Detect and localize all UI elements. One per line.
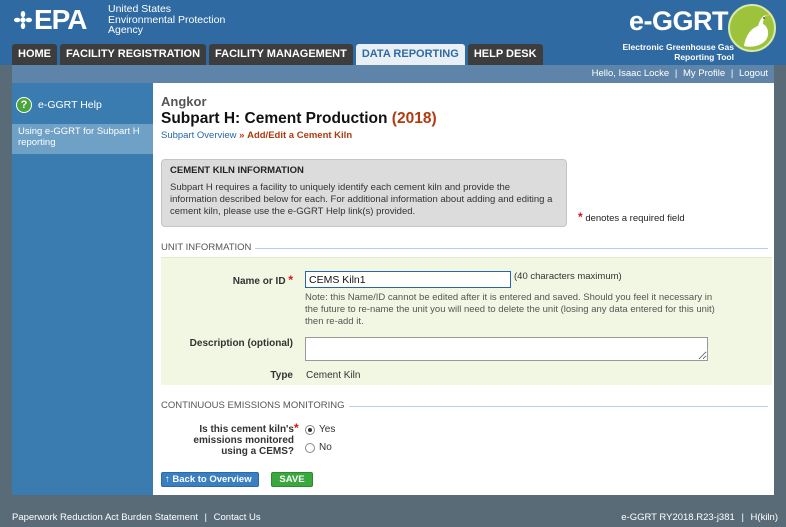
question-mark-icon: ?: [16, 97, 32, 113]
main-nav: HOME FACILITY REGISTRATION FACILITY MANA…: [12, 44, 543, 65]
cems-no-label: No: [319, 442, 332, 453]
cems-no-option[interactable]: No: [305, 442, 332, 453]
facility-name: Angkor: [161, 94, 207, 109]
required-note-text: denotes a required field: [585, 213, 685, 224]
info-text: Subpart H requires a facility to uniquel…: [170, 182, 553, 217]
site-header: EPA United States Environmental Protecti…: [0, 0, 786, 65]
name-or-id-input[interactable]: [305, 271, 511, 288]
cems-no-radio[interactable]: [305, 442, 315, 453]
required-note: * denotes a required field: [578, 210, 685, 224]
help-sidebar: ? e-GGRT Help Using e-GGRT for Subpart H…: [12, 83, 153, 495]
egret-bird-icon: [728, 4, 776, 52]
tab-home[interactable]: HOME: [12, 44, 57, 65]
breadcrumb-separator: »: [239, 130, 245, 141]
breadcrumb-subpart-overview[interactable]: Subpart Overview: [161, 130, 237, 141]
my-profile-link[interactable]: My Profile: [683, 68, 725, 79]
logout-link[interactable]: Logout: [739, 68, 768, 79]
footer-links: Paperwork Reduction Act Burden Statement…: [12, 508, 261, 527]
version-label: e-GGRT RY2018.R23-j381: [621, 512, 735, 523]
app-subtitle: Electronic Greenhouse Gas Reporting Tool: [623, 42, 734, 62]
breadcrumb: Subpart Overview » Add/Edit a Cement Kil…: [161, 130, 352, 141]
page-title-text: Subpart H: Cement Production: [161, 110, 388, 127]
back-to-overview-button[interactable]: ↑ Back to Overview: [161, 472, 259, 487]
cems-question: Is this cement kiln's emissions monitore…: [191, 424, 294, 457]
epa-flower-icon: [14, 11, 32, 29]
separator: |: [730, 68, 734, 79]
required-asterisk: *: [294, 421, 299, 435]
app-subtitle-line-1: Electronic Greenhouse Gas: [622, 42, 734, 52]
name-label-text: Name or ID: [232, 276, 286, 287]
tab-facility-management[interactable]: FACILITY MANAGEMENT: [209, 44, 353, 65]
description-label: Description (optional): [189, 338, 293, 349]
tab-facility-registration[interactable]: FACILITY REGISTRATION: [60, 44, 207, 65]
cems-yes-radio[interactable]: [305, 424, 315, 435]
name-max-hint: (40 characters maximum): [514, 271, 622, 282]
main-content: Angkor Subpart H: Cement Production (201…: [153, 83, 774, 495]
app-title: e-GGRT: [628, 6, 729, 36]
epa-agency-name: United States Environmental Protection A…: [108, 4, 225, 36]
app-subtitle-line-2: Reporting Tool: [674, 52, 734, 62]
help-title: e-GGRT Help: [38, 99, 102, 111]
type-label: Type: [270, 370, 293, 381]
page-code: H(kiln): [750, 512, 778, 523]
cems-yes-option[interactable]: Yes: [305, 424, 335, 435]
required-asterisk: *: [578, 210, 583, 224]
save-button[interactable]: SAVE: [271, 472, 313, 487]
page-title: Subpart H: Cement Production (2018): [161, 110, 437, 128]
cems-yes-label: Yes: [319, 424, 336, 435]
help-header: ? e-GGRT Help: [12, 93, 153, 117]
epa-logo[interactable]: EPA: [14, 4, 87, 35]
back-to-overview-label: Back to Overview: [172, 474, 252, 485]
name-note: Note: this Name/ID cannot be edited afte…: [305, 292, 715, 327]
tab-help-desk[interactable]: HELP DESK: [467, 44, 543, 65]
help-link-subpart-h[interactable]: Using e-GGRT for Subpart H reporting: [12, 124, 153, 154]
cems-section-header: CONTINUOUS EMISSIONS MONITORING: [153, 400, 774, 415]
unit-info-section-title: UNIT INFORMATION: [161, 242, 256, 253]
separator: |: [741, 512, 744, 523]
description-textarea[interactable]: [305, 337, 708, 361]
unit-info-section-header: UNIT INFORMATION: [153, 242, 774, 257]
cems-question-text: Is this cement kiln's emissions monitore…: [193, 424, 294, 457]
site-footer: Paperwork Reduction Act Burden Statement…: [0, 508, 786, 527]
name-label: Name or ID *: [213, 273, 293, 287]
type-value: Cement Kiln: [306, 370, 361, 381]
separator: |: [204, 512, 207, 523]
reporting-year: (2018): [391, 110, 437, 127]
tab-data-reporting[interactable]: DATA REPORTING: [355, 44, 465, 65]
arrow-up-icon: ↑: [165, 474, 170, 485]
cems-section-title: CONTINUOUS EMISSIONS MONITORING: [161, 400, 349, 411]
contact-us-link[interactable]: Contact Us: [214, 512, 261, 523]
user-bar: Hello, Isaac Locke | My Profile | Logout: [12, 65, 774, 83]
paperwork-statement-link[interactable]: Paperwork Reduction Act Burden Statement: [12, 512, 198, 523]
epa-line-1: United States: [108, 3, 172, 15]
epa-line-3: Agency: [108, 24, 144, 36]
footer-version-info: e-GGRT RY2018.R23-j381 | H(kiln): [621, 508, 778, 527]
required-asterisk: *: [288, 273, 293, 287]
user-greeting: Hello, Isaac Locke: [591, 68, 670, 79]
separator: |: [674, 68, 678, 79]
info-title: CEMENT KILN INFORMATION: [170, 165, 304, 176]
epa-wordmark: EPA: [34, 4, 87, 35]
info-box: CEMENT KILN INFORMATION Subpart H requir…: [161, 159, 567, 227]
breadcrumb-current: Add/Edit a Cement Kiln: [247, 130, 353, 141]
